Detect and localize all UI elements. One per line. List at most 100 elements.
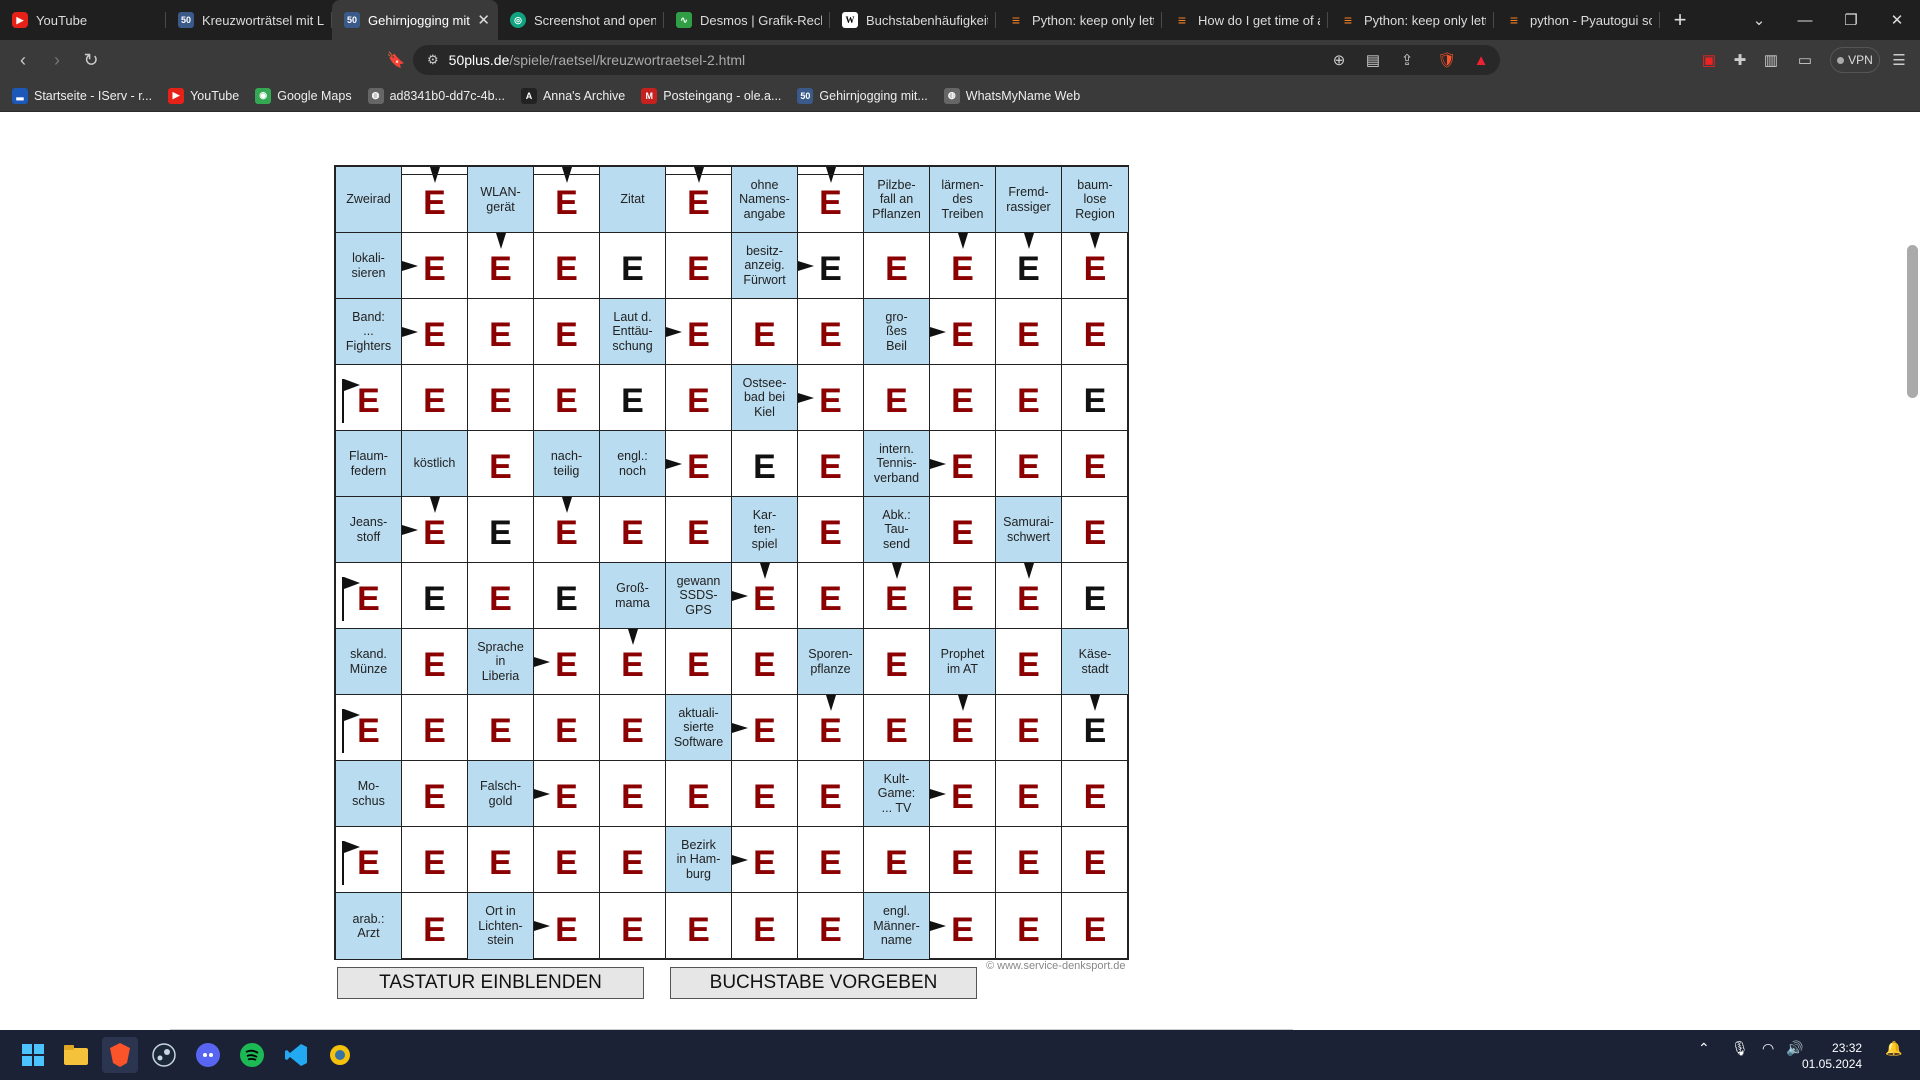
answer-cell[interactable]: E — [402, 827, 468, 893]
answer-cell[interactable]: E — [930, 365, 996, 431]
answer-cell[interactable]: E — [798, 761, 864, 827]
answer-cell[interactable]: E — [864, 365, 930, 431]
answer-cell[interactable]: E — [798, 365, 864, 431]
answer-cell[interactable]: E — [468, 365, 534, 431]
answer-cell[interactable]: E — [534, 893, 600, 959]
answer-cell[interactable]: E — [534, 299, 600, 365]
browser-tab[interactable]: ≡ Python: keep only lette — [996, 0, 1162, 40]
answer-cell[interactable]: E — [336, 563, 402, 629]
answer-cell[interactable]: E — [666, 497, 732, 563]
answer-cell[interactable]: E — [996, 299, 1062, 365]
bookmark-item[interactable]: A Anna's Archive — [520, 87, 625, 104]
extensions-icon[interactable]: ✚ — [1727, 47, 1753, 73]
answer-cell[interactable]: E — [864, 827, 930, 893]
answer-cell[interactable]: E — [1062, 299, 1128, 365]
answer-cell[interactable]: E — [1062, 365, 1128, 431]
back-arrow-icon[interactable]: ‹ — [6, 43, 40, 77]
answer-cell[interactable]: E — [996, 365, 1062, 431]
notification-bell-icon[interactable]: 🔔 — [1885, 1040, 1902, 1057]
browser-tab[interactable]: 50 Kreuzworträtsel mit Lö — [166, 0, 332, 40]
answer-cell[interactable]: E — [600, 233, 666, 299]
answer-cell[interactable]: E — [996, 695, 1062, 761]
bookmark-item[interactable]: 50 Gehirnjogging mit... — [797, 87, 928, 104]
answer-cell[interactable]: E — [600, 365, 666, 431]
answer-cell[interactable]: E — [798, 893, 864, 959]
answer-cell[interactable]: E — [798, 497, 864, 563]
microphone-icon[interactable]: 🎙 — [1731, 1040, 1749, 1057]
answer-cell[interactable]: E — [402, 299, 468, 365]
python-idle-icon[interactable] — [322, 1037, 358, 1073]
answer-cell[interactable]: E — [468, 431, 534, 497]
answer-cell[interactable]: E — [534, 167, 600, 233]
bookmark-item[interactable]: ◍ WhatsMyName Web — [943, 87, 1080, 104]
answer-cell[interactable]: E — [1062, 431, 1128, 497]
answer-cell[interactable]: E — [666, 431, 732, 497]
answer-cell[interactable]: E — [600, 497, 666, 563]
answer-cell[interactable]: E — [468, 497, 534, 563]
browser-tab[interactable]: W Buchstabenhäufigkeit — [830, 0, 996, 40]
answer-cell[interactable]: E — [798, 695, 864, 761]
answer-cell[interactable]: E — [534, 563, 600, 629]
answer-cell[interactable]: E — [468, 233, 534, 299]
wifi-icon[interactable]: ◠ — [1762, 1040, 1774, 1057]
vpn-button[interactable]: VPN — [1830, 47, 1880, 73]
site-settings-icon[interactable]: ⚙ — [427, 52, 439, 68]
scrollbar-thumb[interactable] — [1907, 245, 1918, 398]
tab-list-chevron-icon[interactable]: ⌄ — [1736, 0, 1782, 40]
answer-cell[interactable]: E — [864, 695, 930, 761]
answer-cell[interactable]: E — [930, 827, 996, 893]
restore-icon[interactable]: ❐ — [1828, 0, 1874, 40]
browser-tab[interactable]: ≡ Python: keep only lette — [1328, 0, 1494, 40]
answer-cell[interactable]: E — [930, 299, 996, 365]
answer-cell[interactable]: E — [1062, 761, 1128, 827]
answer-cell[interactable]: E — [732, 431, 798, 497]
answer-cell[interactable]: E — [930, 695, 996, 761]
bookmark-icon[interactable]: 🔖 — [383, 47, 409, 73]
forward-arrow-icon[interactable]: › — [40, 43, 74, 77]
answer-cell[interactable]: E — [534, 761, 600, 827]
answer-cell[interactable]: E — [798, 299, 864, 365]
answer-cell[interactable]: E — [468, 695, 534, 761]
browser-tab[interactable]: ◎ Screenshot and open — [498, 0, 664, 40]
answer-cell[interactable]: E — [1062, 827, 1128, 893]
brave-browser-icon[interactable] — [102, 1037, 138, 1073]
sidebar-icon[interactable]: ▥ — [1758, 47, 1784, 73]
show-keyboard-button[interactable]: TASTATUR EINBLENDEN — [337, 967, 644, 999]
pdf-extension-icon[interactable]: ▣ — [1696, 47, 1722, 73]
answer-cell[interactable]: E — [666, 761, 732, 827]
answer-cell[interactable]: E — [600, 695, 666, 761]
answer-cell[interactable]: E — [1062, 497, 1128, 563]
answer-cell[interactable]: E — [930, 563, 996, 629]
brave-shields-icon[interactable]: 🛡 — [1434, 47, 1460, 73]
answer-cell[interactable]: E — [666, 167, 732, 233]
answer-cell[interactable]: E — [996, 431, 1062, 497]
browser-tab[interactable]: ▶ YouTube — [0, 0, 166, 40]
answer-cell[interactable]: E — [996, 827, 1062, 893]
brave-rewards-icon[interactable]: ▲ — [1468, 47, 1494, 73]
answer-cell[interactable]: E — [402, 629, 468, 695]
answer-cell[interactable]: E — [600, 629, 666, 695]
answer-cell[interactable]: E — [732, 629, 798, 695]
volume-icon[interactable]: 🔊 — [1786, 1040, 1803, 1057]
windows-start-icon[interactable] — [15, 1037, 51, 1073]
reveal-letter-button[interactable]: BUCHSTABE VORGEBEN — [670, 967, 977, 999]
reload-icon[interactable]: ↻ — [74, 43, 108, 77]
answer-cell[interactable]: E — [732, 299, 798, 365]
file-explorer-icon[interactable] — [58, 1037, 94, 1073]
answer-cell[interactable]: E — [600, 893, 666, 959]
browser-tab[interactable]: ≡ How do I get time of a — [1162, 0, 1328, 40]
answer-cell[interactable]: E — [666, 893, 732, 959]
answer-cell[interactable]: E — [666, 629, 732, 695]
answer-cell[interactable]: E — [732, 827, 798, 893]
tray-chevron-icon[interactable]: ⌃ — [1698, 1040, 1710, 1057]
answer-cell[interactable]: E — [666, 365, 732, 431]
answer-cell[interactable]: E — [600, 761, 666, 827]
answer-cell[interactable]: E — [798, 563, 864, 629]
answer-cell[interactable]: E — [996, 629, 1062, 695]
answer-cell[interactable]: E — [666, 233, 732, 299]
answer-cell[interactable]: E — [930, 233, 996, 299]
answer-cell[interactable]: E — [930, 497, 996, 563]
answer-cell[interactable]: E — [1062, 893, 1128, 959]
steam-icon[interactable] — [146, 1037, 182, 1073]
answer-cell[interactable]: E — [534, 629, 600, 695]
